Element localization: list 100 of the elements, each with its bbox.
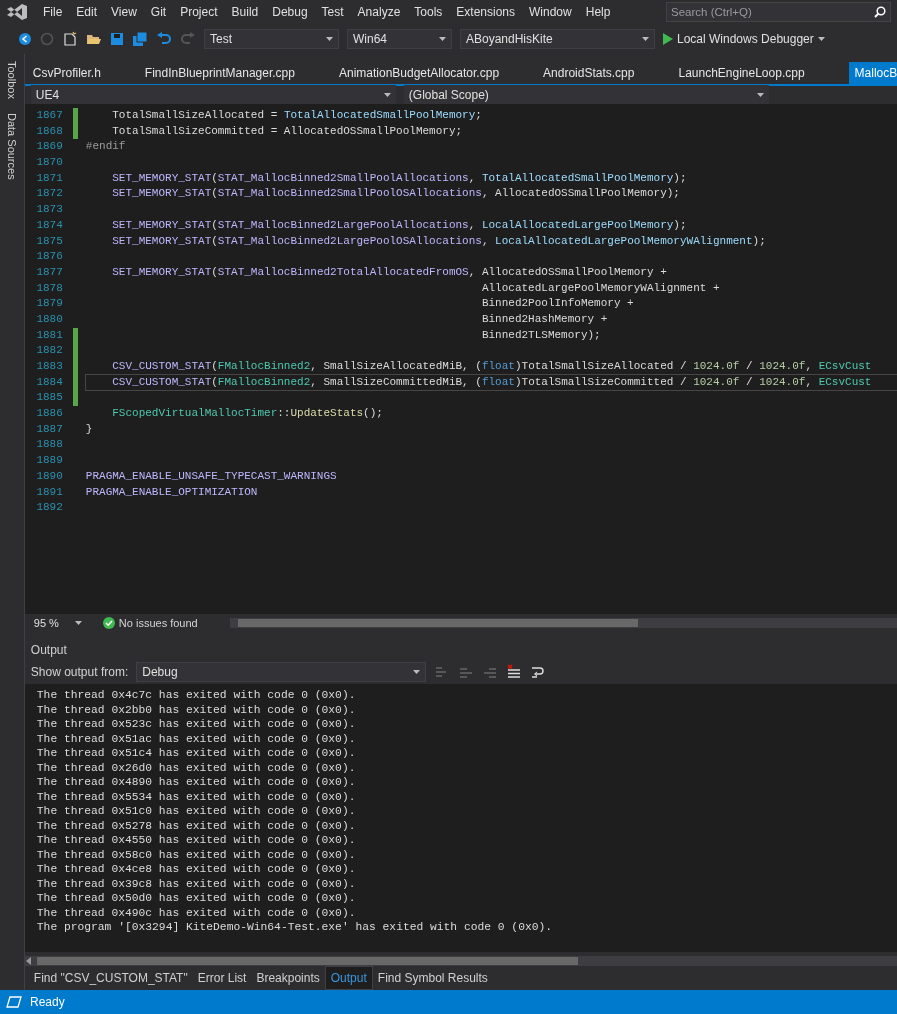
menu-item[interactable]: File [36,2,70,22]
save-icon[interactable] [110,32,124,46]
code-line: SET_MEMORY_STAT(STAT_MallocBinned2LargePoolAllocations, LocalAllocatedLargePoolMemory); [111,217,687,233]
menu-item[interactable]: Build [224,2,266,22]
output-line: The thread 0x2bb0 has exited with code 0 (0x0). [36,702,357,717]
project-scope-dropdown[interactable]: UE4 [30,85,396,105]
panel-tab[interactable]: Error List [192,967,252,989]
code-line: TotalSmallSizeCommitted = AllocatedOSSmallPoolMemory; [111,123,463,139]
output-line: The thread 0x51c0 has exited with code 0 (0x0). [36,804,357,819]
side-tab[interactable]: Data Sources [3,109,21,183]
menu-item[interactable]: Edit [69,2,105,22]
start-debugging-button[interactable]: Local Windows Debugger [663,30,825,48]
line-number: 1883 [35,359,64,374]
search-field[interactable]: Search (Ctrl+Q) [666,2,891,22]
code-line: #endif [85,139,126,155]
line-number: 1877 [35,264,64,280]
line-number: 1886 [35,406,64,422]
file-tab[interactable]: AnimationBudgetAllocator.cpp [338,62,500,84]
new-item-icon[interactable] [62,31,78,47]
menu-item[interactable]: Git [143,2,174,22]
project-dropdown[interactable]: ABoyandHisKite [460,29,655,49]
file-tab[interactable]: FindInBlueprintManager.cpp [144,62,295,84]
file-tab[interactable]: CsvProfiler.h [32,62,101,84]
code-line: CSV_CUSTOM_STAT(FMallocBinned2, SmallSizeCommittedMiB, (float)TotalSmallSizeCommitted / 1024.0f / 1024.0f, ECsvCust [85,374,897,391]
code-line: SET_MEMORY_STAT(STAT_MallocBinned2SmallPoolAllocations, TotalAllocatedSmallPoolMemory); [111,170,687,186]
line-number: 1887 [35,421,64,437]
configuration-dropdown[interactable]: Test [204,29,339,49]
output-line: The thread 0x5278 has exited with code 0 (0x0). [36,818,357,833]
panel-tab[interactable]: Output [324,966,373,990]
line-number: 1891 [35,484,64,500]
menu-item[interactable]: Tools [407,2,450,22]
menu-item[interactable]: Debug [265,2,315,22]
search-icon [874,6,886,18]
line-number: 1867 [35,108,64,123]
scope-dropdown[interactable]: (Global Scope) [403,85,769,105]
line-number: 1881 [35,327,64,343]
output-line: The thread 0x4890 has exited with code 0 (0x0). [36,775,357,790]
panel-tab[interactable]: Find "CSV_CUSTOM_STAT" [28,967,193,989]
line-number: 1885 [35,390,64,406]
panel-tab[interactable]: Find Symbol Results [372,967,493,989]
platform-dropdown[interactable]: Win64 [347,29,452,49]
issues-status: No issues found [118,615,198,631]
output-line: The thread 0x4c7c has exited with code 0 (0x0). [36,688,357,703]
next-message-icon [482,665,499,679]
output-line: The thread 0x39c8 has exited with code 0 (0x0). [36,876,357,891]
output-line: The thread 0x51ac has exited with code 0 (0x0). [36,731,357,746]
output-line: The thread 0x58c0 has exited with code 0 (0x0). [36,847,357,862]
file-tab[interactable]: AndroidStats.cpp [543,62,635,84]
save-all-icon[interactable] [132,31,148,47]
line-number: 1879 [35,296,64,312]
code-line: PRAGMA_ENABLE_OPTIMIZATION [85,484,258,500]
panel-tab[interactable]: Breakpoints [251,967,325,989]
caret-icon [439,37,446,41]
open-folder-icon[interactable] [86,32,102,46]
menu-item[interactable]: Extensions [449,2,523,22]
menu-item[interactable]: View [104,2,144,22]
file-tab[interactable]: LaunchEngineLoop.cpp [678,62,805,84]
code-line: Binned2HashMemory + [480,311,608,327]
word-wrap-icon[interactable] [530,665,547,679]
menu-item[interactable]: Help [578,2,618,22]
zoom-dropdown[interactable]: 95 % [28,613,87,633]
code-line: SET_MEMORY_STAT(STAT_MallocBinned2LargePoolOSAllocations, LocalAllocatedLargePoolMemoryWAlignment); [111,233,766,249]
code-line: TotalSmallSizeAllocated = TotalAllocatedSmallPoolMemory; [111,108,482,123]
output-source-dropdown[interactable]: Debug [136,662,427,682]
line-number: 1872 [35,186,64,202]
output-line: The thread 0x490c has exited with code 0 (0x0). [36,905,357,920]
menu-item[interactable]: Window [522,2,579,22]
file-tab[interactable]: MallocB [848,62,897,84]
line-number: 1880 [35,311,64,327]
ready-icon [6,996,22,1008]
output-line: The thread 0x4550 has exited with code 0 (0x0). [36,833,357,848]
source-label: Show output from: [30,664,129,681]
line-number: 1882 [35,343,64,359]
horizontal-scrollbar[interactable] [24,956,897,966]
code-line: PRAGMA_ENABLE_UNSAFE_TYPECAST_WARNINGS [85,468,337,484]
menu-item[interactable]: Analyze [350,2,408,22]
output-line: The thread 0x5534 has exited with code 0 (0x0). [36,789,357,804]
caret-icon [326,37,333,41]
menu-item[interactable]: Test [314,2,351,22]
play-icon [663,33,673,45]
caret-icon [817,37,825,41]
output-line: The program '[0x3294] KiteDemo-Win64-Test.exe' has exited with code 0 (0x0). [36,920,554,935]
code-line: FScopedVirtualMallocTimer::UpdateStats(); [111,406,383,422]
code-line: } [85,421,93,437]
side-tab[interactable]: Toolbox [3,58,21,102]
menu-item[interactable]: Project [173,2,225,22]
line-number: 1876 [35,249,64,265]
check-icon [102,617,115,629]
output-line: The thread 0x523c has exited with code 0 (0x0). [36,717,357,732]
line-number: 1871 [35,170,64,186]
line-number: 1870 [35,155,64,171]
code-line: CSV_CUSTOM_STAT(FMallocBinned2, SmallSizeAllocatedMiB, (float)TotalSmallSizeAllocated / 1024.0f / 1024.0f, ECsvCust [111,359,872,374]
back-icon[interactable] [18,32,32,46]
clear-all-icon[interactable] [506,664,523,680]
undo-icon[interactable] [156,32,172,46]
horizontal-scrollbar[interactable] [229,618,897,628]
caret-icon [756,93,764,97]
line-number: 1873 [35,202,64,218]
status-text: Ready [30,994,65,1011]
previous-message-icon [458,665,475,679]
